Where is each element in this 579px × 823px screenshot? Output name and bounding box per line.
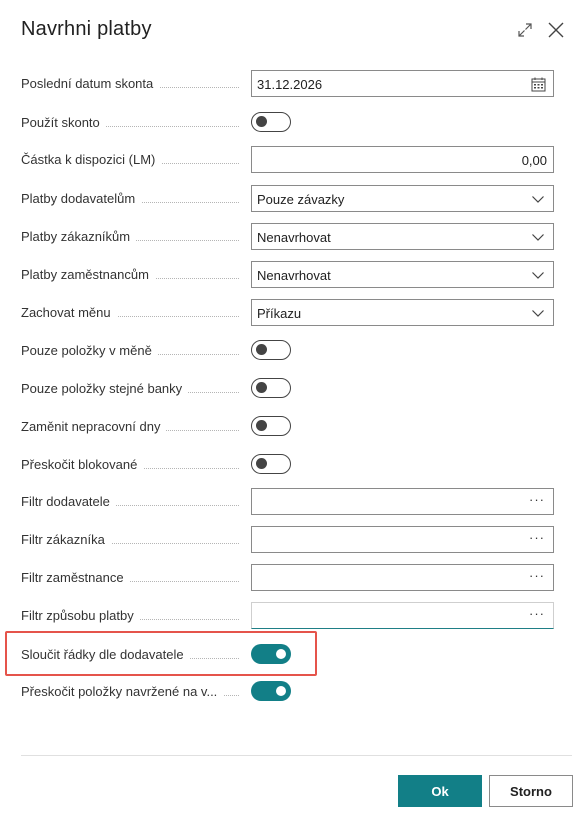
label-vendor-filter: Filtr dodavatele: [21, 494, 239, 512]
label-payment-method-filter: Filtr způsobu platby: [21, 608, 239, 626]
vendor-payments-select[interactable]: Pouze závazky: [251, 185, 554, 212]
chevron-down-icon: [530, 267, 546, 283]
row-skip-suggested: Přeskočit položky navržené na v...: [0, 678, 579, 706]
keep-currency-select[interactable]: Příkazu: [251, 299, 554, 326]
row-currency-only: Pouze položky v měně: [0, 337, 579, 365]
vendor-payments-value: Pouze závazky: [257, 192, 345, 207]
employee-filter-input[interactable]: ···: [251, 564, 554, 591]
label-customer-payments: Platby zákazníkům: [21, 229, 239, 247]
merge-lines-toggle[interactable]: [251, 644, 291, 664]
customer-filter-input[interactable]: ···: [251, 526, 554, 553]
row-discount-date: Poslední datum skonta 31.12.2026: [0, 70, 579, 98]
skip-suggested-toggle[interactable]: [251, 681, 291, 701]
row-merge-lines: Sloučit řádky dle dodavatele: [0, 641, 579, 669]
row-skip-blocked: Přeskočit blokované: [0, 451, 579, 479]
row-same-bank-only: Pouze položky stejné banky: [0, 375, 579, 403]
row-keep-currency: Zachovat měnu Příkazu: [0, 299, 579, 327]
row-employee-payments: Platby zaměstnancům Nenavrhovat: [0, 261, 579, 289]
chevron-down-icon: [530, 229, 546, 245]
row-customer-payments: Platby zákazníkům Nenavrhovat: [0, 223, 579, 251]
label-customer-filter: Filtr zákazníka: [21, 532, 239, 550]
discount-date-value: 31.12.2026: [257, 77, 323, 92]
available-amount-input[interactable]: 0,00: [251, 146, 554, 173]
ok-button[interactable]: Ok: [398, 775, 482, 807]
replace-nonworking-toggle[interactable]: [251, 416, 291, 436]
employee-payments-select[interactable]: Nenavrhovat: [251, 261, 554, 288]
row-vendor-payments: Platby dodavatelům Pouze závazky: [0, 185, 579, 213]
expand-icon[interactable]: [514, 19, 536, 41]
customer-payments-select[interactable]: Nenavrhovat: [251, 223, 554, 250]
chevron-down-icon: [530, 191, 546, 207]
chevron-down-icon: [530, 305, 546, 321]
lookup-button[interactable]: ···: [529, 492, 545, 507]
row-available-amount: Částka k dispozici (LM) 0,00: [0, 146, 579, 174]
lookup-button[interactable]: ···: [529, 530, 545, 545]
row-vendor-filter: Filtr dodavatele ···: [0, 488, 579, 516]
vendor-filter-input[interactable]: ···: [251, 488, 554, 515]
label-employee-payments: Platby zaměstnancům: [21, 267, 239, 285]
label-replace-nonworking: Zaměnit nepracovní dny: [21, 419, 239, 437]
same-bank-only-toggle[interactable]: [251, 378, 291, 398]
cancel-button[interactable]: Storno: [489, 775, 573, 807]
row-employee-filter: Filtr zaměstnance ···: [0, 564, 579, 592]
skip-blocked-toggle[interactable]: [251, 454, 291, 474]
label-keep-currency: Zachovat měnu: [21, 305, 239, 323]
currency-only-toggle[interactable]: [251, 340, 291, 360]
close-icon[interactable]: [545, 19, 567, 41]
available-amount-value: 0,00: [521, 153, 547, 168]
payment-method-filter-input[interactable]: ···: [251, 602, 554, 629]
label-currency-only: Pouze položky v měně: [21, 343, 239, 361]
keep-currency-value: Příkazu: [257, 306, 302, 321]
footer-divider: [21, 755, 572, 756]
discount-date-input[interactable]: 31.12.2026: [251, 70, 554, 97]
label-discount-date: Poslední datum skonta: [21, 76, 239, 94]
lookup-button[interactable]: ···: [529, 606, 545, 621]
label-merge-lines: Sloučit řádky dle dodavatele: [21, 647, 239, 665]
label-skip-suggested: Přeskočit položky navržené na v...: [21, 684, 239, 702]
label-employee-filter: Filtr zaměstnance: [21, 570, 239, 588]
dialog-title: Navrhni platby: [21, 18, 152, 40]
use-discount-toggle[interactable]: [251, 112, 291, 132]
calendar-icon[interactable]: [530, 76, 546, 92]
suggest-payments-dialog: Navrhni platby Poslední datum skonta 31.…: [0, 0, 579, 823]
label-use-discount: Použít skonto: [21, 115, 239, 133]
lookup-button[interactable]: ···: [529, 568, 545, 583]
row-use-discount: Použít skonto: [0, 109, 579, 137]
label-skip-blocked: Přeskočit blokované: [21, 457, 239, 475]
row-customer-filter: Filtr zákazníka ···: [0, 526, 579, 554]
row-replace-nonworking: Zaměnit nepracovní dny: [0, 413, 579, 441]
customer-payments-value: Nenavrhovat: [257, 230, 331, 245]
row-payment-method-filter: Filtr způsobu platby ···: [0, 602, 579, 630]
label-same-bank-only: Pouze položky stejné banky: [21, 381, 239, 399]
label-available-amount: Částka k dispozici (LM): [21, 152, 239, 170]
employee-payments-value: Nenavrhovat: [257, 268, 331, 283]
label-vendor-payments: Platby dodavatelům: [21, 191, 239, 209]
